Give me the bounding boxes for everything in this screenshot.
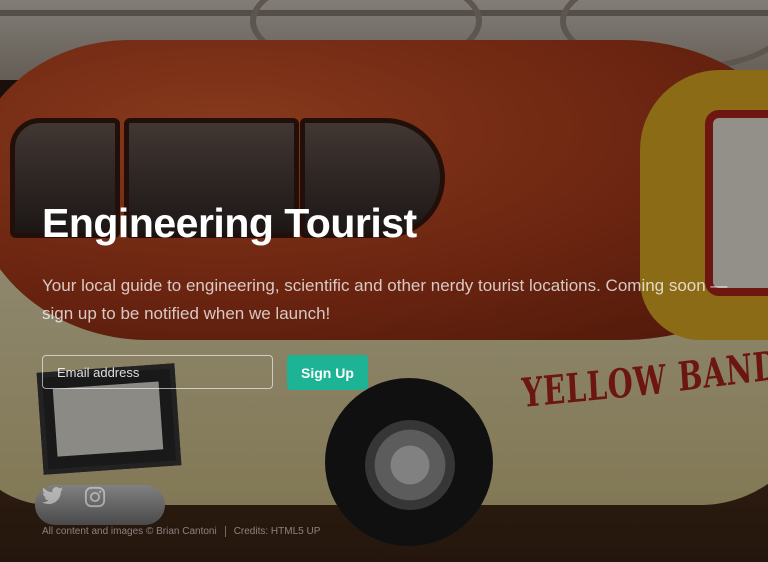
page-title: Engineering Tourist (42, 200, 417, 246)
page: YELLOW BAND Engineering Tourist Your loc… (0, 0, 768, 562)
social-links (42, 486, 108, 510)
email-input[interactable] (42, 355, 273, 389)
credits-link[interactable]: Credits: HTML5 UP (234, 526, 321, 537)
instagram-icon[interactable] (84, 486, 108, 510)
sign-up-button[interactable]: Sign Up (287, 355, 368, 390)
footer: All content and images © Brian Cantoni C… (42, 526, 320, 537)
signup-form: Sign Up (42, 355, 368, 390)
footer-divider (224, 526, 226, 537)
copyright-text: All content and images © Brian Cantoni (42, 526, 217, 537)
tagline: Your local guide to engineering, scienti… (42, 276, 728, 323)
twitter-icon[interactable] (42, 486, 66, 510)
